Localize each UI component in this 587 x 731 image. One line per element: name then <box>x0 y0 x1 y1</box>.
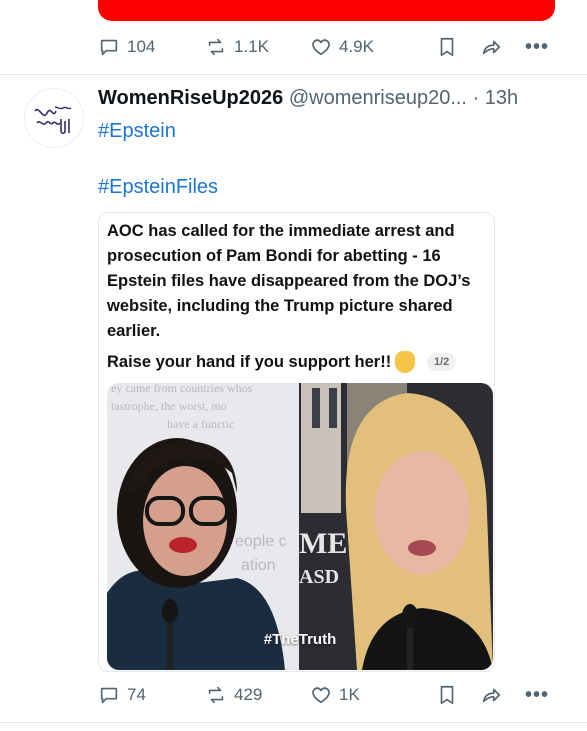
image-caption: #TheTruth <box>263 631 337 648</box>
hashtag-epstein[interactable]: #Epstein <box>98 120 176 143</box>
repost-button[interactable]: 1.1K <box>205 36 269 58</box>
previous-post-media[interactable] <box>98 0 555 21</box>
avatar[interactable] <box>24 88 84 148</box>
page-indicator: 1/2 <box>427 353 457 371</box>
reply-button[interactable]: 104 <box>98 36 155 58</box>
avatar-logo-icon <box>25 89 83 147</box>
more-button[interactable]: ••• <box>525 684 550 706</box>
bookmark-button[interactable] <box>436 36 458 58</box>
card-headline: AOC has called for the immediate arrest … <box>107 222 471 340</box>
more-button[interactable]: ••• <box>525 36 550 58</box>
bg-text-line-2: tastrophe, the worst, mo <box>111 399 227 413</box>
heart-icon <box>312 687 330 704</box>
reply-count: 104 <box>127 37 156 56</box>
reply-icon <box>100 39 118 56</box>
photo-collage: ey came from countries whos tastrophe, t… <box>107 383 493 670</box>
repost-count: 429 <box>234 685 263 704</box>
card-photo[interactable]: ey came from countries whos tastrophe, t… <box>107 383 493 670</box>
bg-text-line-5: ation <box>241 557 276 574</box>
repost-icon <box>208 38 224 56</box>
post-actions: 74 429 1K ••• <box>98 683 548 707</box>
post-time[interactable]: 13h <box>485 87 518 109</box>
bookmark-icon <box>440 685 454 705</box>
share-button[interactable] <box>480 36 502 58</box>
raised-hand-icon <box>395 351 416 373</box>
bookmark-icon <box>440 37 454 57</box>
repost-icon <box>208 686 224 704</box>
reply-count: 74 <box>127 685 146 704</box>
like-button[interactable]: 4.9K <box>310 36 374 58</box>
bookmark-button[interactable] <box>436 684 458 706</box>
bg-text-line-3: have a functic <box>167 417 234 431</box>
bg-text-right-1: ME <box>299 527 347 560</box>
post-divider <box>0 74 587 75</box>
share-button[interactable] <box>480 684 502 706</box>
bg-text-line-4: eople c <box>235 533 287 550</box>
heart-icon <box>312 39 330 56</box>
like-count: 1K <box>339 685 360 704</box>
previous-post-actions: 104 1.1K 4.9K ••• <box>98 35 548 59</box>
card-raise-text: Raise your hand if you support her!! <box>107 352 392 371</box>
like-count: 4.9K <box>339 37 374 56</box>
post-media-card[interactable]: AOC has called for the immediate arrest … <box>98 212 495 672</box>
reply-icon <box>100 687 118 704</box>
share-icon <box>482 40 501 55</box>
repost-button[interactable]: 429 <box>205 684 262 706</box>
bg-text-right-2: ASD <box>299 566 339 588</box>
bg-text-line-1: ey came from countries whos <box>111 383 253 395</box>
share-icon <box>482 688 501 703</box>
reply-button[interactable]: 74 <box>98 684 146 706</box>
like-button[interactable]: 1K <box>310 684 360 706</box>
more-icon: ••• <box>525 36 550 58</box>
post-header: WomenRiseUp2026 @womenriseup20... · 13h <box>98 87 518 110</box>
more-icon: ••• <box>525 684 550 706</box>
post-divider-bottom <box>0 722 587 723</box>
card-raise-text-row: Raise your hand if you support her!! <box>107 351 416 373</box>
time-separator: · <box>467 87 485 109</box>
hashtag-epstein-files[interactable]: #EpsteinFiles <box>98 176 218 199</box>
repost-count: 1.1K <box>234 37 269 56</box>
author-name[interactable]: WomenRiseUp2026 <box>98 87 283 109</box>
author-handle[interactable]: @womenriseup20... <box>289 87 467 109</box>
